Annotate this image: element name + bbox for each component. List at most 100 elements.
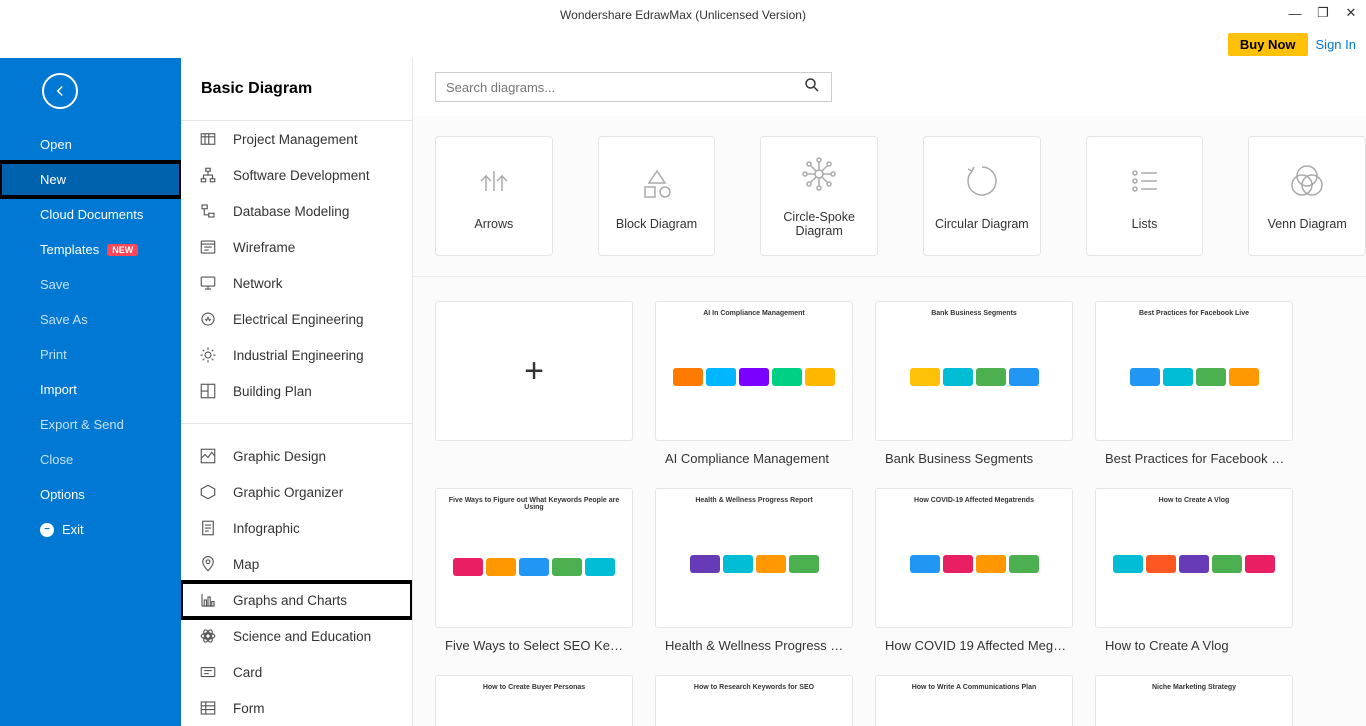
search-row <box>413 58 1366 116</box>
category-card[interactable]: Card <box>181 654 412 690</box>
type-card-arrows[interactable]: Arrows <box>435 136 553 256</box>
nav-item-label: Save <box>40 277 70 292</box>
nav-item-new[interactable]: New <box>0 162 181 197</box>
category-label: Map <box>233 557 259 572</box>
category-network[interactable]: Network <box>181 265 412 301</box>
nav-item-import[interactable]: Import <box>0 372 181 407</box>
template-thumb: Five Ways to Figure out What Keywords Pe… <box>435 488 633 628</box>
ig-icon <box>199 519 217 537</box>
nav-item-print[interactable]: Print <box>0 337 181 372</box>
nav-item-options[interactable]: Options <box>0 477 181 512</box>
category-science-and-education[interactable]: Science and Education <box>181 618 412 654</box>
template-thumb: Health & Wellness Progress Report <box>655 488 853 628</box>
template-thumb: How to Write A Communications Plan <box>875 675 1073 726</box>
template-thumb: + <box>435 301 633 441</box>
category-graphic-organizer[interactable]: Graphic Organizer <box>181 474 412 510</box>
gd-icon <box>199 447 217 465</box>
template-card[interactable]: How to Research Keywords for SEO <box>655 675 853 726</box>
template-label: How to Create A Vlog <box>1095 628 1293 653</box>
template-card[interactable]: How COVID-19 Affected MegatrendsHow COVI… <box>875 488 1073 653</box>
category-label: Database Modeling <box>233 204 349 219</box>
nav-item-label: Import <box>40 382 77 397</box>
template-label: Health & Wellness Progress Rep... <box>655 628 853 653</box>
template-card[interactable]: Niche Marketing Strategy <box>1095 675 1293 726</box>
category-label: Electrical Engineering <box>233 312 364 327</box>
type-label: Lists <box>1132 217 1158 231</box>
category-label: Graphs and Charts <box>233 593 347 608</box>
template-thumb: Best Practices for Facebook Live <box>1095 301 1293 441</box>
template-thumb: How COVID-19 Affected Megatrends <box>875 488 1073 628</box>
category-software-development[interactable]: Software Development <box>181 157 412 193</box>
nav-item-cloud-documents[interactable]: Cloud Documents <box>0 197 181 232</box>
type-card-circle-spoke-diagram[interactable]: Circle-Spoke Diagram <box>760 136 878 256</box>
category-graphs-and-charts[interactable]: Graphs and Charts <box>181 582 412 618</box>
nav-item-save-as[interactable]: Save As <box>0 302 181 337</box>
sign-in-link[interactable]: Sign In <box>1316 37 1356 52</box>
template-card[interactable]: Bank Business SegmentsBank Business Segm… <box>875 301 1073 466</box>
nav-item-export-send[interactable]: Export & Send <box>0 407 181 442</box>
nav-item-exit[interactable]: −Exit <box>0 512 181 547</box>
template-card[interactable]: How to Create Buyer Personas <box>435 675 633 726</box>
type-card-circular-diagram[interactable]: Circular Diagram <box>923 136 1041 256</box>
new-badge: NEW <box>107 244 138 256</box>
nav-item-label: Options <box>40 487 85 502</box>
template-thumb: AI In Compliance Management <box>655 301 853 441</box>
bp-icon <box>199 382 217 400</box>
template-card[interactable]: How to Create A VlogHow to Create A Vlog <box>1095 488 1293 653</box>
nav-item-label: Templates <box>40 242 99 257</box>
template-card[interactable]: How to Write A Communications Plan <box>875 675 1073 726</box>
left-nav: OpenNew Cloud Documents Templates NEW Save Sa… <box>0 58 181 726</box>
content-area: Arrows Block Diagram Circle-Spoke Diagram C… <box>413 58 1366 726</box>
category-building-plan[interactable]: Building Plan <box>181 373 412 409</box>
category-project-management[interactable]: Project Management <box>181 121 412 157</box>
nav-item-templates[interactable]: Templates NEW <box>0 232 181 267</box>
maximize-button[interactable]: ❐ <box>1316 6 1330 20</box>
minimize-button[interactable]: — <box>1288 6 1302 20</box>
plus-icon: + <box>524 352 544 391</box>
category-label: Network <box>233 276 283 291</box>
category-electrical-engineering[interactable]: Electrical Engineering <box>181 301 412 337</box>
search-box[interactable] <box>435 72 832 102</box>
category-infographic[interactable]: Infographic <box>181 510 412 546</box>
close-button[interactable]: ✕ <box>1344 6 1358 20</box>
template-card[interactable]: Five Ways to Figure out What Keywords Pe… <box>435 488 633 653</box>
nav-item-label: Print <box>40 347 67 362</box>
category-map[interactable]: Map <box>181 546 412 582</box>
category-label: Graphic Design <box>233 449 326 464</box>
template-thumb: Niche Marketing Strategy <box>1095 675 1293 726</box>
template-label: AI Compliance Management <box>655 441 853 466</box>
se-icon <box>199 627 217 645</box>
pm-icon <box>199 130 217 148</box>
top-right-bar: Buy Now Sign In <box>0 30 1366 58</box>
category-wireframe[interactable]: Wireframe <box>181 229 412 265</box>
back-button[interactable] <box>42 73 78 109</box>
template-card[interactable]: Health & Wellness Progress ReportHealth … <box>655 488 853 653</box>
nav-item-label: Cloud Documents <box>40 207 143 222</box>
type-card-venn-diagram[interactable]: Venn Diagram <box>1248 136 1366 256</box>
type-card-block-diagram[interactable]: Block Diagram <box>598 136 716 256</box>
template-card[interactable]: AI In Compliance ManagementAI Compliance… <box>655 301 853 466</box>
category-database-modeling[interactable]: Database Modeling <box>181 193 412 229</box>
type-icon <box>472 161 516 201</box>
type-icon <box>635 161 679 201</box>
nav-item-open[interactable]: Open <box>0 127 181 162</box>
nav-item-label: Save As <box>40 312 88 327</box>
nav-item-close[interactable]: Close <box>0 442 181 477</box>
template-label: Best Practices for Facebook Live <box>1095 441 1293 466</box>
template-label: How COVID 19 Affected Megatr... <box>875 628 1073 653</box>
nav-item-save[interactable]: Save <box>0 267 181 302</box>
search-input[interactable] <box>446 80 803 95</box>
type-icon <box>797 154 841 194</box>
buy-now-button[interactable]: Buy Now <box>1228 33 1308 56</box>
ee-icon <box>199 310 217 328</box>
template-card[interactable]: Best Practices for Facebook LiveBest Pra… <box>1095 301 1293 466</box>
category-graphic-design[interactable]: Graphic Design <box>181 438 412 474</box>
template-blank[interactable]: + <box>435 301 633 466</box>
category-industrial-engineering[interactable]: Industrial Engineering <box>181 337 412 373</box>
template-grid: + AI In Compliance ManagementAI Complianc… <box>413 277 1366 726</box>
search-icon[interactable] <box>803 76 821 99</box>
category-label: Form <box>233 701 265 716</box>
type-card-lists[interactable]: Lists <box>1086 136 1204 256</box>
category-form[interactable]: Form <box>181 690 412 726</box>
category-label: Graphic Organizer <box>233 485 343 500</box>
